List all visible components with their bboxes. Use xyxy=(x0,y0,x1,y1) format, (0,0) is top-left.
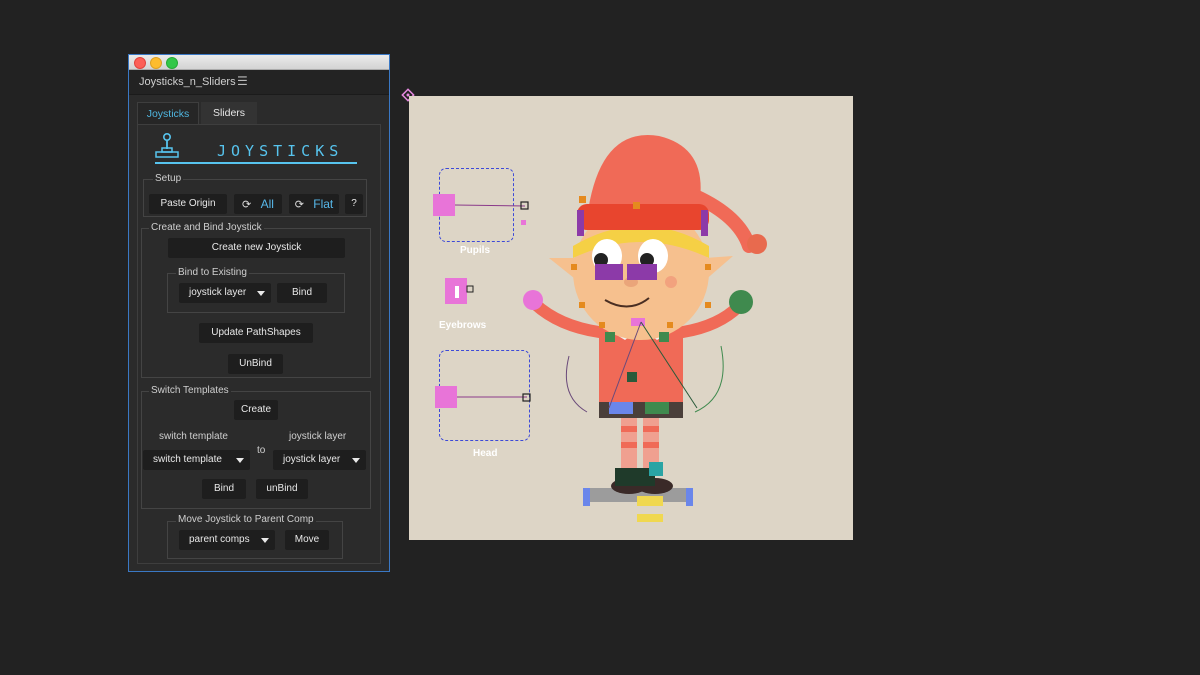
move-joystick-label: Move Joystick to Parent Comp xyxy=(176,514,316,525)
chevron-down-icon xyxy=(236,458,244,463)
move-button[interactable]: Move xyxy=(285,530,329,550)
joystick-layer-caption: joystick layer xyxy=(289,431,347,442)
joysticks-heading: JOYSTICKS xyxy=(217,142,344,160)
unbind-template-button[interactable]: unBind xyxy=(256,479,308,499)
minimize-window-button[interactable] xyxy=(150,57,162,69)
composition-viewer[interactable]: Pupils Eyebrows Head xyxy=(409,96,853,540)
all-button-label: All xyxy=(260,197,274,211)
create-new-joystick-button[interactable]: Create new Joystick xyxy=(168,238,345,258)
joystick-layer-dropdown[interactable]: joystick layer xyxy=(179,283,271,303)
switch-template-dropdown-value: switch template xyxy=(153,454,222,465)
panel-title[interactable]: Joysticks_n_Sliders xyxy=(139,76,236,88)
unbind-button[interactable]: UnBind xyxy=(228,354,283,374)
to-caption: to xyxy=(257,445,266,456)
create-template-button[interactable]: Create xyxy=(234,400,278,420)
target-joystick-layer-dropdown[interactable]: joystick layer xyxy=(273,450,366,470)
reset-icon: ⟳ xyxy=(242,199,252,211)
head-controller-icon[interactable] xyxy=(435,386,531,408)
hamburger-icon[interactable]: ☰ xyxy=(237,74,248,88)
close-window-button[interactable] xyxy=(134,57,146,69)
elf-character[interactable] xyxy=(409,96,853,540)
joystick-layer-dropdown-value: joystick layer xyxy=(189,287,247,298)
create-bind-label: Create and Bind Joystick xyxy=(149,222,264,233)
bind-existing-label: Bind to Existing xyxy=(176,267,249,278)
tab-joysticks[interactable]: Joysticks xyxy=(137,102,199,124)
heading-underline xyxy=(155,162,357,164)
update-pathshapes-button[interactable]: Update PathShapes xyxy=(199,323,313,343)
flat-button-label: Flat xyxy=(313,197,334,211)
paste-origin-button[interactable]: Paste Origin xyxy=(149,194,227,214)
bind-template-button[interactable]: Bind xyxy=(202,479,246,499)
bind-existing-button[interactable]: Bind xyxy=(277,283,327,303)
switch-template-dropdown[interactable]: switch template xyxy=(143,450,250,470)
help-button[interactable]: ? xyxy=(345,194,363,214)
window-titlebar xyxy=(129,55,389,70)
parent-comps-dropdown-value: parent comps xyxy=(189,534,250,545)
switch-template-caption: switch template xyxy=(159,431,228,442)
target-joystick-layer-dropdown-value: joystick layer xyxy=(283,454,341,465)
chevron-down-icon xyxy=(352,458,360,463)
pupils-controller-icon[interactable] xyxy=(433,194,529,225)
setup-label: Setup xyxy=(153,173,184,184)
parent-comps-dropdown[interactable]: parent comps xyxy=(179,530,275,550)
switch-templates-label: Switch Templates xyxy=(149,385,231,396)
eyebrows-controller-icon[interactable] xyxy=(445,278,474,304)
zoom-window-button[interactable] xyxy=(166,57,178,69)
flat-button[interactable]: ⟳ Flat xyxy=(289,194,339,214)
panel-tab-header: Joysticks_n_Sliders ☰ xyxy=(129,70,389,95)
chevron-down-icon xyxy=(261,538,269,543)
tab-sliders[interactable]: Sliders xyxy=(201,102,257,124)
reset-icon: ⟳ xyxy=(294,199,304,211)
all-button[interactable]: ⟳ All xyxy=(234,194,282,214)
joysticks-panel: Joysticks_n_Sliders ☰ Joysticks Sliders … xyxy=(128,54,390,572)
joystick-icon xyxy=(155,133,179,158)
chevron-down-icon xyxy=(257,291,265,296)
